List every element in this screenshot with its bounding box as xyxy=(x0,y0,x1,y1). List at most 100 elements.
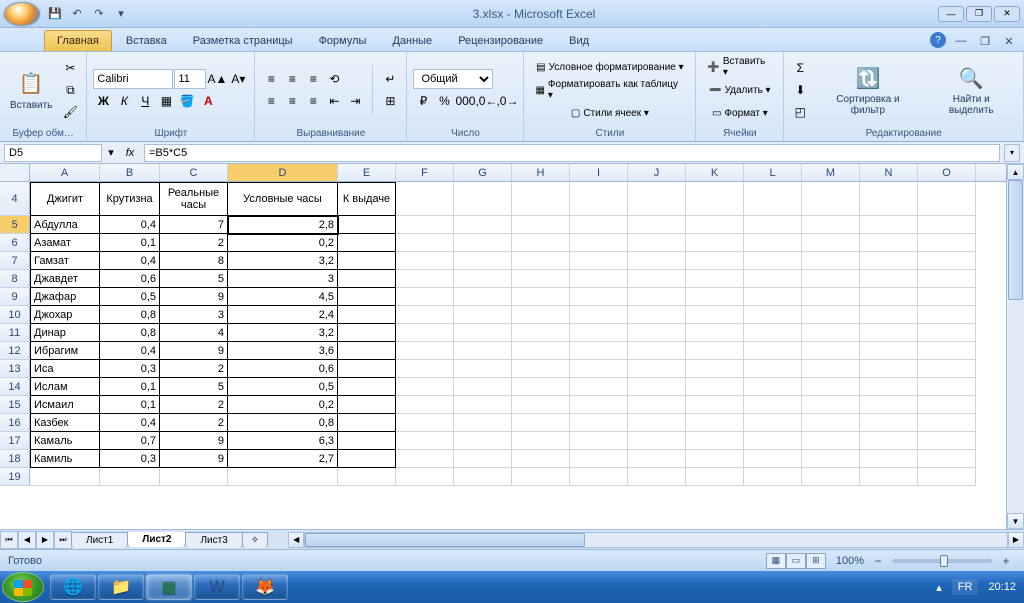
cell-G16[interactable] xyxy=(454,414,512,432)
cell-E13[interactable] xyxy=(338,360,396,378)
cell-B10[interactable]: 0,8 xyxy=(100,306,160,324)
cell-J12[interactable] xyxy=(628,342,686,360)
row-header-10[interactable]: 10 xyxy=(0,306,30,324)
cell-F6[interactable] xyxy=(396,234,454,252)
help-icon[interactable]: ? xyxy=(930,32,946,48)
border-icon[interactable]: ▦ xyxy=(156,91,176,111)
cell-A4[interactable]: Джигит xyxy=(30,182,100,216)
cell-H5[interactable] xyxy=(512,216,570,234)
tab-nav-first[interactable]: ⏮ xyxy=(0,531,18,549)
align-top-icon[interactable]: ≡ xyxy=(261,69,281,89)
save-icon[interactable]: 💾 xyxy=(46,5,64,23)
cell-A7[interactable]: Гамзат xyxy=(30,252,100,270)
name-box[interactable]: D5 xyxy=(4,144,102,162)
comma-icon[interactable]: 000 xyxy=(455,91,475,111)
cell-J15[interactable] xyxy=(628,396,686,414)
cell-J5[interactable] xyxy=(628,216,686,234)
cell-M10[interactable] xyxy=(802,306,860,324)
cell-M19[interactable] xyxy=(802,468,860,486)
cell-H13[interactable] xyxy=(512,360,570,378)
cell-G10[interactable] xyxy=(454,306,512,324)
cell-N13[interactable] xyxy=(860,360,918,378)
column-header-O[interactable]: O xyxy=(918,164,976,181)
cell-G18[interactable] xyxy=(454,450,512,468)
cell-M7[interactable] xyxy=(802,252,860,270)
cell-D13[interactable]: 0,6 xyxy=(228,360,338,378)
find-select-button[interactable]: 🔍 Найти и выделить xyxy=(925,62,1017,118)
cell-L9[interactable] xyxy=(744,288,802,306)
cell-C15[interactable]: 2 xyxy=(160,396,228,414)
cell-O16[interactable] xyxy=(918,414,976,432)
close-button[interactable]: ✕ xyxy=(994,6,1020,22)
cell-O4[interactable] xyxy=(918,182,976,216)
cell-E10[interactable] xyxy=(338,306,396,324)
bold-icon[interactable]: Ж xyxy=(93,91,113,111)
row-header-11[interactable]: 11 xyxy=(0,324,30,342)
decrease-indent-icon[interactable]: ⇤ xyxy=(324,91,344,111)
cell-L5[interactable] xyxy=(744,216,802,234)
cell-O19[interactable] xyxy=(918,468,976,486)
format-painter-icon[interactable]: 🖌 xyxy=(60,102,80,122)
cell-I13[interactable] xyxy=(570,360,628,378)
cell-F10[interactable] xyxy=(396,306,454,324)
cell-B7[interactable]: 0,4 xyxy=(100,252,160,270)
cell-B13[interactable]: 0,3 xyxy=(100,360,160,378)
tab-page-layout[interactable]: Разметка страницы xyxy=(181,31,305,51)
cell-D16[interactable]: 0,8 xyxy=(228,414,338,432)
cell-D6[interactable]: 0,2 xyxy=(228,234,338,252)
cell-L19[interactable] xyxy=(744,468,802,486)
cell-K5[interactable] xyxy=(686,216,744,234)
cell-G6[interactable] xyxy=(454,234,512,252)
cell-E5[interactable] xyxy=(338,216,396,234)
cell-F19[interactable] xyxy=(396,468,454,486)
cell-C6[interactable]: 2 xyxy=(160,234,228,252)
cell-E6[interactable] xyxy=(338,234,396,252)
cell-M17[interactable] xyxy=(802,432,860,450)
cell-F16[interactable] xyxy=(396,414,454,432)
cell-G13[interactable] xyxy=(454,360,512,378)
cell-B17[interactable]: 0,7 xyxy=(100,432,160,450)
cell-I4[interactable] xyxy=(570,182,628,216)
cell-J16[interactable] xyxy=(628,414,686,432)
column-header-C[interactable]: C xyxy=(160,164,228,181)
cell-O11[interactable] xyxy=(918,324,976,342)
cell-J4[interactable] xyxy=(628,182,686,216)
scroll-thumb-h[interactable] xyxy=(305,533,585,547)
cell-G9[interactable] xyxy=(454,288,512,306)
sheet-tab-3[interactable]: Лист3 xyxy=(185,532,242,548)
cell-J8[interactable] xyxy=(628,270,686,288)
cell-G14[interactable] xyxy=(454,378,512,396)
cell-A18[interactable]: Камиль xyxy=(30,450,100,468)
cell-B5[interactable]: 0,4 xyxy=(100,216,160,234)
tab-review[interactable]: Рецензирование xyxy=(446,31,555,51)
cell-M18[interactable] xyxy=(802,450,860,468)
cell-K14[interactable] xyxy=(686,378,744,396)
column-header-L[interactable]: L xyxy=(744,164,802,181)
align-middle-icon[interactable]: ≡ xyxy=(282,69,302,89)
cell-J19[interactable] xyxy=(628,468,686,486)
view-normal-button[interactable]: ▦ xyxy=(766,553,786,569)
cell-C18[interactable]: 9 xyxy=(160,450,228,468)
undo-icon[interactable]: ↶ xyxy=(68,5,86,23)
horizontal-scrollbar[interactable]: ◀ ▶ xyxy=(288,532,1024,548)
cell-A17[interactable]: Камаль xyxy=(30,432,100,450)
cell-I12[interactable] xyxy=(570,342,628,360)
language-indicator[interactable]: FR xyxy=(952,579,979,595)
minimize-button[interactable]: — xyxy=(938,6,964,22)
cell-L7[interactable] xyxy=(744,252,802,270)
cell-D11[interactable]: 3,2 xyxy=(228,324,338,342)
cell-L17[interactable] xyxy=(744,432,802,450)
cell-A14[interactable]: Ислам xyxy=(30,378,100,396)
cell-D4[interactable]: Условные часы xyxy=(228,182,338,216)
scroll-up-button[interactable]: ▲ xyxy=(1007,164,1024,180)
cell-E19[interactable] xyxy=(338,468,396,486)
zoom-thumb[interactable] xyxy=(940,555,948,567)
cell-A13[interactable]: Иса xyxy=(30,360,100,378)
row-header-6[interactable]: 6 xyxy=(0,234,30,252)
cell-N14[interactable] xyxy=(860,378,918,396)
cell-M16[interactable] xyxy=(802,414,860,432)
column-header-I[interactable]: I xyxy=(570,164,628,181)
cell-C7[interactable]: 8 xyxy=(160,252,228,270)
decrease-font-icon[interactable]: A▾ xyxy=(228,69,248,89)
cell-D15[interactable]: 0,2 xyxy=(228,396,338,414)
